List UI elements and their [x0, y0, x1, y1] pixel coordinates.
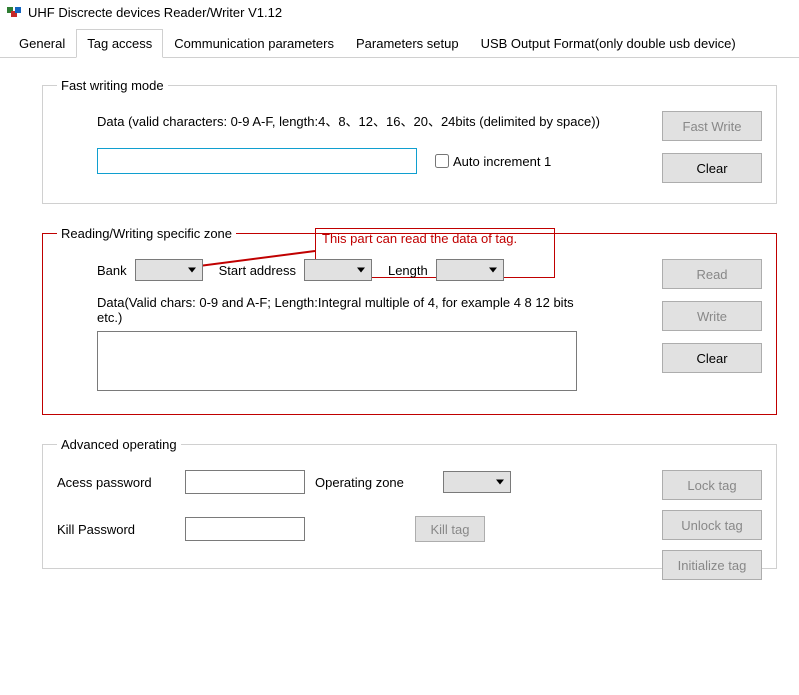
fast-write-button[interactable]: Fast Write	[662, 111, 762, 141]
bank-select[interactable]	[135, 259, 203, 281]
reading-writing-zone-group: Reading/Writing specific zone Bank Start…	[42, 226, 777, 415]
rw-data-textarea[interactable]	[97, 331, 577, 391]
tab-communication-parameters[interactable]: Communication parameters	[163, 29, 345, 58]
fast-writing-clear-button[interactable]: Clear	[662, 153, 762, 183]
kill-password-label: Kill Password	[57, 522, 177, 537]
operating-zone-select[interactable]	[443, 471, 511, 493]
app-icon	[6, 4, 22, 20]
tab-parameters-setup[interactable]: Parameters setup	[345, 29, 470, 58]
read-button[interactable]: Read	[662, 259, 762, 289]
advanced-operating-group: Advanced operating Acess password Operat…	[42, 437, 777, 569]
kill-password-input[interactable]	[185, 517, 305, 541]
start-address-select[interactable]	[304, 259, 372, 281]
app-window: UHF Discrecte devices Reader/Writer V1.1…	[0, 0, 799, 695]
tab-tag-access[interactable]: Tag access	[76, 29, 163, 58]
tab-content: Fast writing mode Data (valid characters…	[0, 58, 799, 603]
length-label: Length	[388, 263, 428, 278]
app-title: UHF Discrecte devices Reader/Writer V1.1…	[28, 5, 282, 20]
auto-increment-checkbox[interactable]	[435, 154, 449, 168]
operating-zone-label: Operating zone	[315, 475, 435, 490]
unlock-tag-button[interactable]: Unlock tag	[662, 510, 762, 540]
bank-label: Bank	[97, 263, 127, 278]
rw-data-hint: Data(Valid chars: 0-9 and A-F; Length:In…	[97, 295, 577, 325]
fast-writing-data-input[interactable]	[97, 148, 417, 174]
tab-usb-output-format[interactable]: USB Output Format(only double usb device…	[470, 29, 747, 58]
kill-tag-button[interactable]: Kill tag	[415, 516, 485, 542]
length-select[interactable]	[436, 259, 504, 281]
tab-general[interactable]: General	[8, 29, 76, 58]
access-password-input[interactable]	[185, 470, 305, 494]
rw-clear-button[interactable]: Clear	[662, 343, 762, 373]
advanced-legend: Advanced operating	[57, 437, 181, 452]
auto-increment-label-wrap[interactable]: Auto increment 1	[435, 154, 551, 169]
tab-bar: General Tag access Communication paramet…	[0, 28, 799, 58]
initialize-tag-button[interactable]: Initialize tag	[662, 550, 762, 580]
lock-tag-button[interactable]: Lock tag	[662, 470, 762, 500]
start-address-label: Start address	[219, 263, 296, 278]
fast-writing-legend: Fast writing mode	[57, 78, 168, 93]
write-button[interactable]: Write	[662, 301, 762, 331]
titlebar: UHF Discrecte devices Reader/Writer V1.1…	[0, 0, 799, 24]
fast-writing-data-label: Data (valid characters: 0-9 A-F, length:…	[97, 111, 600, 130]
access-password-label: Acess password	[57, 475, 177, 490]
rw-zone-legend: Reading/Writing specific zone	[57, 226, 236, 241]
fast-writing-group: Fast writing mode Data (valid characters…	[42, 78, 777, 204]
auto-increment-label: Auto increment 1	[453, 154, 551, 169]
